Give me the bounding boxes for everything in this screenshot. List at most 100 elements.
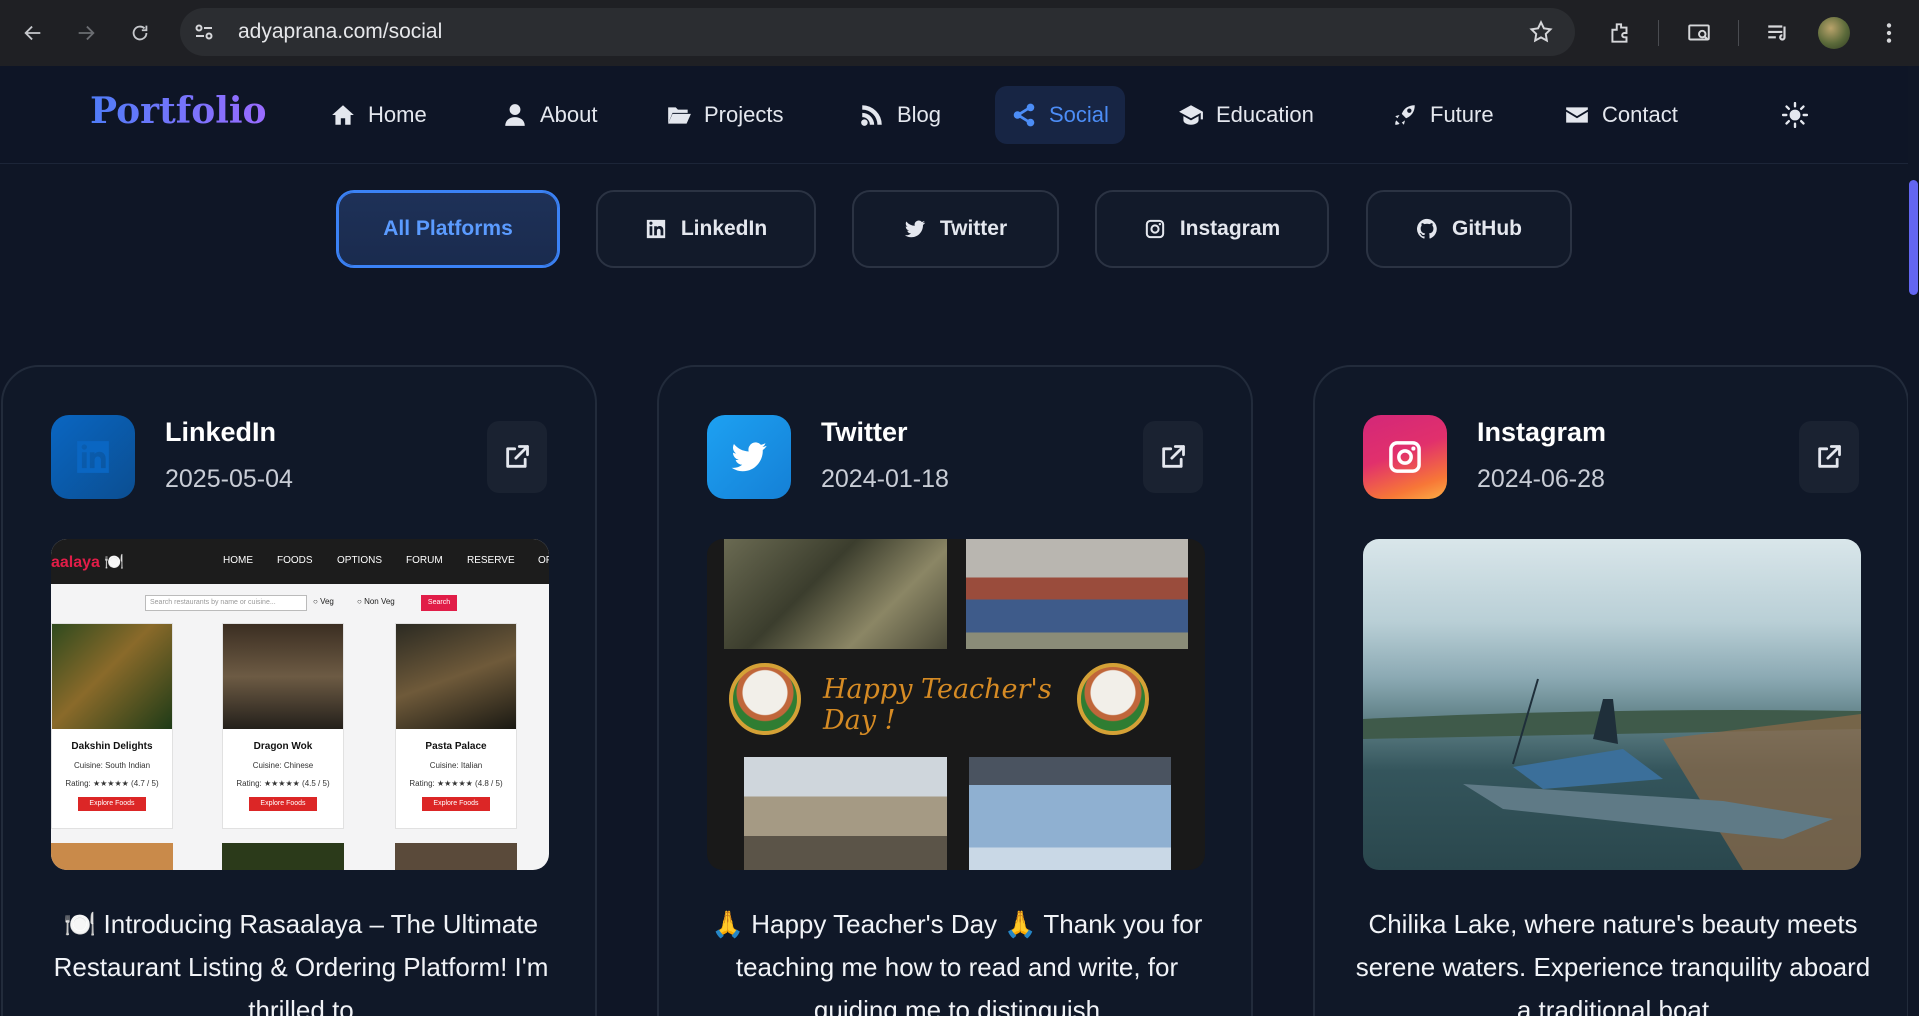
external-link-icon [1162,445,1185,468]
nav-label: Home [368,102,427,127]
media-queue-icon[interactable] [1765,15,1791,51]
filter-twitter[interactable]: Twitter [852,190,1059,268]
nav-projects[interactable]: Projects [650,86,799,144]
forward-icon[interactable] [68,15,104,51]
folder-open-icon [668,107,691,124]
thumb-menu-item: FORUM [406,555,443,566]
nav-blog[interactable]: Blog [843,86,957,144]
nav-label: Contact [1602,102,1678,127]
bookmark-star-icon[interactable] [1528,19,1554,45]
nav-home[interactable]: Home [314,86,443,144]
reload-icon[interactable] [122,15,158,51]
home-icon [332,105,354,125]
portrait-right [1077,663,1149,735]
filter-linkedin[interactable]: LinkedIn [596,190,816,268]
filter-github[interactable]: GitHub [1366,190,1572,268]
nav-contact[interactable]: Contact [1548,86,1694,144]
page-content: Portfolio Home About Projects Blog Socia… [0,66,1908,1016]
students-uniform-photo [969,757,1171,870]
collage-caption: Happy Teacher's Day ! [823,674,1052,736]
external-link-icon [1818,445,1841,468]
post-image[interactable]: Happy Teacher's Day ! [707,539,1205,870]
linkedin-badge [51,415,135,499]
open-post-button[interactable] [1799,421,1859,493]
thumb-restaurant-card: Dakshin Delights Cuisine: South Indian R… [51,623,173,829]
graduation-cap-icon [1179,105,1203,125]
nav-label: Blog [897,102,942,127]
open-post-button[interactable] [487,421,547,493]
post-text: 🍽️ Introducing Rasaalaya – The Ultimate … [53,909,549,1016]
twitter-badge [707,415,791,499]
share-icon [1013,103,1035,127]
post-platform: Instagram [1477,417,1607,447]
open-post-button[interactable] [1143,421,1203,493]
thumb-veg-option: ○ Veg [313,597,334,606]
filter-instagram[interactable]: Instagram [1095,190,1329,268]
more-menu-icon[interactable] [1876,15,1902,51]
nav-label: Social [1049,102,1109,127]
linkedin-icon [646,219,665,239]
nav-social[interactable]: Social [995,86,1125,144]
thumb-search: Search restaurants by name or cuisine... [145,595,307,611]
post-platform: Twitter [821,417,908,447]
nav-label: Education [1216,102,1314,127]
extensions-icon[interactable] [1607,15,1633,51]
filter-label: Twitter [939,217,1008,240]
nav-about[interactable]: About [486,86,614,144]
post-card-linkedin[interactable]: LinkedIn 2025-05-04 aalaya 🍽️ HOME FOODS… [1,365,597,1016]
thumb-menu-item: OF [538,555,549,566]
filter-label: All Platforms [383,217,513,240]
post-card-twitter[interactable]: Twitter 2024-01-18 Happy Teacher's Day !… [657,365,1253,1016]
rocket-icon [1395,105,1415,125]
filter-all-platforms[interactable]: All Platforms [336,190,560,268]
cast-search-icon[interactable] [1686,15,1712,51]
post-text: 🙏 Happy Teacher's Day 🙏 Thank you for te… [711,909,1203,1016]
linkedin-icon [77,441,109,473]
portrait-left [729,663,801,735]
blog-icon [861,105,882,126]
profile-avatar[interactable] [1818,17,1850,49]
brand-logo[interactable]: Portfolio [90,90,267,132]
sun-icon[interactable] [1782,102,1808,128]
nav-future[interactable]: Future [1376,86,1510,144]
toolbar-divider [1658,20,1659,46]
address-bar[interactable]: adyaprana.com/social [180,8,1575,56]
post-date: 2024-06-28 [1477,465,1605,493]
thumb-nonveg-option: ○ Non Veg [357,597,395,606]
post-date: 2025-05-04 [165,465,293,493]
browser-toolbar: adyaprana.com/social [0,0,1919,66]
twitter-icon [904,220,925,238]
post-card-instagram[interactable]: Instagram 2024-06-28 Chilika Lake, where… [1313,365,1908,1016]
post-platform: LinkedIn [165,417,277,447]
instagram-icon [1145,219,1164,239]
thumb-menu-item: RESERVE [467,555,515,566]
toolbar-divider [1738,20,1739,46]
boat-scene [1363,678,1861,870]
scrollbar-thumb[interactable] [1909,180,1918,295]
post-image[interactable] [1363,539,1861,870]
envelope-icon [1566,107,1588,123]
thumb-menu-item: FOODS [277,555,313,566]
filter-label: GitHub [1452,217,1522,240]
chilika-lake-photo [1363,539,1861,870]
nav-label: About [540,102,598,127]
user-icon [505,104,525,126]
instagram-icon [1389,441,1421,473]
nav-education[interactable]: Education [1162,86,1330,144]
thumb-search-button: Search [421,595,457,611]
restaurant-site-screenshot: aalaya 🍽️ HOME FOODS OPTIONS FORUM RESER… [51,539,549,870]
site-settings-icon[interactable] [192,20,216,44]
github-icon [1416,218,1437,239]
post-date: 2024-01-18 [821,465,949,493]
teachers-day-collage: Happy Teacher's Day ! [707,539,1205,870]
filter-label: Instagram [1179,217,1281,240]
back-icon[interactable] [15,15,51,51]
post-image[interactable]: aalaya 🍽️ HOME FOODS OPTIONS FORUM RESER… [51,539,549,870]
classroom-photo [724,539,947,649]
external-link-icon [506,445,529,468]
site-navbar: Portfolio Home About Projects Blog Socia… [0,66,1908,164]
nav-label: Projects [704,102,784,127]
filter-label: LinkedIn [680,217,768,240]
thumb-logo: aalaya 🍽️ [51,554,125,571]
twitter-icon [731,442,767,472]
